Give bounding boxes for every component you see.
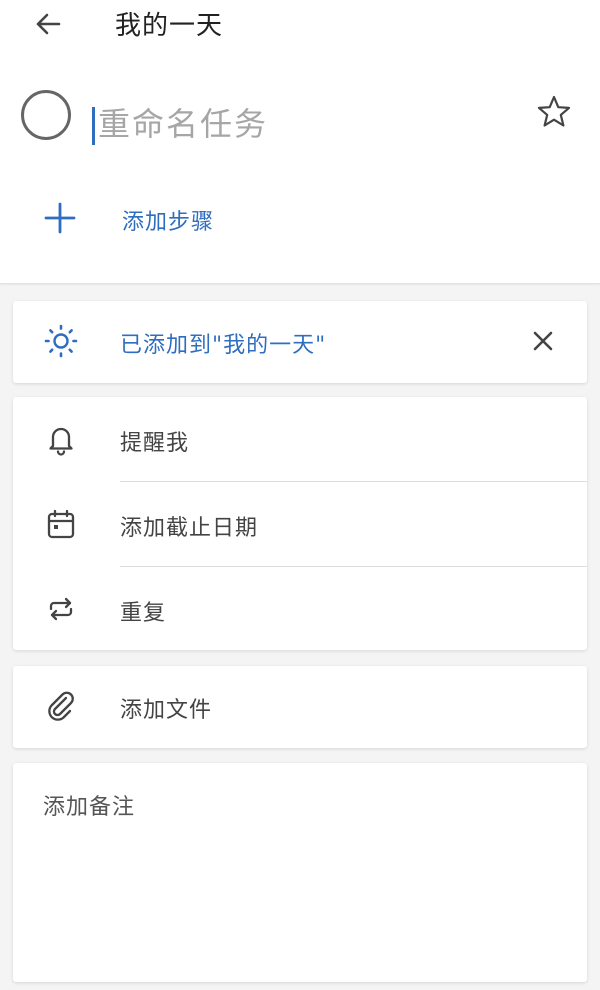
task-title-input[interactable] xyxy=(98,100,518,148)
add-file-label: 添加文件 xyxy=(120,698,213,723)
due-date-label: 添加截止日期 xyxy=(120,516,259,541)
due-date-row[interactable]: 添加截止日期 xyxy=(13,482,587,566)
add-file-row[interactable]: 添加文件 xyxy=(13,666,587,750)
app-header: 我的一天 xyxy=(0,0,600,50)
important-star-button[interactable] xyxy=(532,90,576,134)
add-step-button[interactable]: 添加步骤 xyxy=(0,190,600,250)
paperclip-icon xyxy=(41,686,81,726)
task-detail-panel: 我的一天 添加步骤 xyxy=(0,0,600,284)
star-icon xyxy=(537,95,571,127)
text-cursor xyxy=(92,107,95,145)
page-title: 我的一天 xyxy=(115,11,224,41)
add-note-placeholder: 添加备注 xyxy=(43,795,136,820)
add-file-card: 添加文件 xyxy=(13,666,587,748)
remind-me-row[interactable]: 提醒我 xyxy=(13,397,587,481)
my-day-row[interactable]: 已添加到"我的一天" xyxy=(13,301,587,385)
repeat-icon xyxy=(41,589,81,629)
note-card[interactable]: 添加备注 xyxy=(13,763,587,982)
complete-checkbox-icon[interactable] xyxy=(21,90,71,140)
plus-icon xyxy=(40,198,80,238)
calendar-icon xyxy=(41,504,81,544)
repeat-row[interactable]: 重复 xyxy=(13,567,587,651)
arrow-left-icon xyxy=(36,13,61,35)
task-title-row xyxy=(0,80,600,160)
remove-from-my-day-button[interactable] xyxy=(523,321,563,361)
task-options-card: 提醒我 添加截止日期 重复 xyxy=(13,397,587,650)
back-button[interactable] xyxy=(28,4,68,44)
close-icon xyxy=(533,331,553,351)
repeat-label: 重复 xyxy=(120,601,167,626)
my-day-card: 已添加到"我的一天" xyxy=(13,301,587,383)
remind-me-label: 提醒我 xyxy=(120,431,190,456)
my-day-label: 已添加到"我的一天" xyxy=(120,333,327,358)
add-step-label: 添加步骤 xyxy=(122,210,215,235)
sun-icon xyxy=(41,321,81,361)
bell-icon xyxy=(41,419,81,459)
